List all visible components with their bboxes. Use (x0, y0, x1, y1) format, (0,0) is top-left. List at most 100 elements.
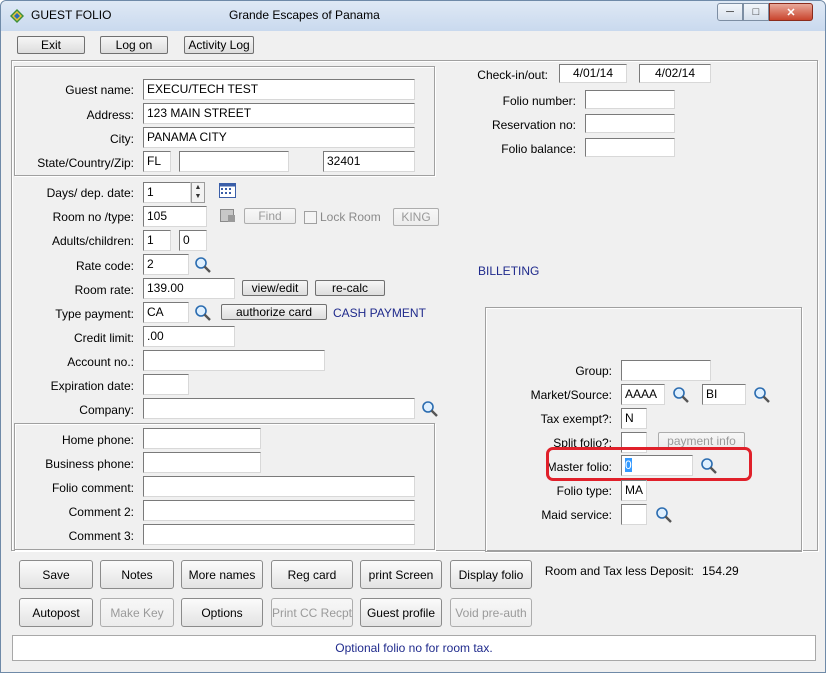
make-key-button[interactable]: Make Key (100, 598, 174, 627)
company-field[interactable] (143, 398, 415, 419)
options-button[interactable]: Options (181, 598, 263, 627)
days-spinner[interactable]: ▲ ▼ (191, 182, 205, 203)
checkin-label: Check-in/out: (477, 68, 548, 82)
status-bar: Optional folio no for room tax. (12, 635, 816, 661)
window-title: GUEST FOLIO (31, 8, 112, 22)
state-field[interactable]: FL (143, 151, 171, 172)
folio-comment-label: Folio comment: (51, 481, 134, 495)
tax-exempt-field[interactable]: N (621, 408, 647, 429)
folio-type-label: Folio type: (556, 484, 612, 498)
rate-code-search-icon[interactable] (194, 256, 212, 274)
company-search-icon[interactable] (421, 400, 439, 418)
children-field[interactable]: 0 (179, 230, 207, 251)
folio-balance-label: Folio balance: (501, 142, 576, 156)
source-search-icon[interactable] (753, 386, 771, 404)
address-field[interactable]: 123 MAIN STREET (143, 103, 415, 124)
reservation-field[interactable] (585, 114, 675, 133)
city-label: City: (110, 132, 134, 146)
type-payment-label: Type payment: (55, 307, 134, 321)
notes-button[interactable]: Notes (100, 560, 174, 589)
exit-button[interactable]: Exit (17, 36, 85, 54)
type-payment-field[interactable]: CA (143, 302, 189, 323)
market-field[interactable]: AAAA (621, 384, 665, 405)
business-phone-label: Business phone: (45, 457, 134, 471)
title-bar: GUEST FOLIO Grande Escapes of Panama ─ □… (1, 1, 825, 31)
guest-name-label: Guest name: (65, 83, 134, 97)
adults-field[interactable]: 1 (143, 230, 171, 251)
maid-search-icon[interactable] (655, 506, 673, 524)
guest-name-field[interactable]: EXECU/TECH TEST (143, 79, 415, 100)
maximize-icon: □ (752, 6, 760, 18)
more-names-button[interactable]: More names (181, 560, 263, 589)
reg-card-button[interactable]: Reg card (271, 560, 353, 589)
account-label: Account no.: (67, 355, 134, 369)
minimize-icon: ─ (726, 6, 734, 18)
minimize-button[interactable]: ─ (717, 3, 743, 21)
void-preauth-button[interactable]: Void pre-auth (450, 598, 532, 627)
days-field[interactable]: 1 (143, 182, 191, 203)
comment3-field[interactable] (143, 524, 415, 545)
close-icon: ✕ (786, 6, 796, 19)
checkin-field[interactable]: 4/01/14 (559, 64, 627, 83)
checkout-field[interactable]: 4/02/14 (639, 64, 711, 83)
business-phone-field[interactable] (143, 452, 261, 473)
room-label: Room no /type: (52, 210, 134, 224)
recalc-button[interactable]: re-calc (315, 280, 385, 296)
address-label: Address: (86, 108, 134, 122)
lock-room-label: Lock Room (320, 210, 381, 224)
guest-profile-button[interactable]: Guest profile (360, 598, 442, 627)
room-type-button[interactable]: KING (393, 208, 439, 226)
market-search-icon[interactable] (672, 386, 690, 404)
room-rate-label: Room rate: (74, 283, 134, 297)
billeting-heading: BILLETING (478, 264, 540, 278)
folio-comment-field[interactable] (143, 476, 415, 497)
adults-label: Adults/children: (51, 234, 134, 248)
comment3-label: Comment 3: (68, 529, 134, 543)
print-cc-receipt-button[interactable]: Print CC Recpt (271, 598, 353, 627)
state-label: State/Country/Zip: (37, 156, 134, 170)
folio-number-label: Folio number: (502, 94, 576, 108)
find-button[interactable]: Find (244, 208, 296, 224)
payment-description: CASH PAYMENT (333, 306, 426, 320)
maid-service-label: Maid service: (541, 508, 612, 522)
spin-up-icon: ▲ (194, 184, 202, 191)
city-field[interactable]: PANAMA CITY (143, 127, 415, 148)
room-rate-field[interactable]: 139.00 (143, 278, 235, 299)
spin-down-icon: ▼ (194, 193, 202, 200)
rate-code-field[interactable]: 2 (143, 254, 189, 275)
activity-log-button[interactable]: Activity Log (184, 36, 254, 54)
app-icon (10, 9, 24, 23)
close-button[interactable]: ✕ (769, 3, 813, 21)
maximize-button[interactable]: □ (743, 3, 769, 21)
folio-balance-field[interactable] (585, 138, 675, 157)
view-edit-button[interactable]: view/edit (242, 280, 308, 296)
group-field[interactable] (621, 360, 711, 381)
save-button[interactable]: Save (19, 560, 93, 589)
company-label: Company: (79, 403, 134, 417)
payment-search-icon[interactable] (194, 304, 212, 322)
zip-field[interactable]: 32401 (323, 151, 415, 172)
source-field[interactable]: BI (702, 384, 746, 405)
room-no-field[interactable]: 105 (143, 206, 207, 227)
folio-number-field[interactable] (585, 90, 675, 109)
group-label: Group: (575, 364, 612, 378)
credit-limit-label: Credit limit: (73, 331, 134, 345)
authorize-card-button[interactable]: authorize card (221, 304, 327, 320)
company-title: Grande Escapes of Panama (229, 8, 380, 22)
home-phone-field[interactable] (143, 428, 261, 449)
folio-type-field[interactable]: MA (621, 480, 647, 501)
summary-value: 154.29 (702, 564, 739, 578)
expiration-field[interactable] (143, 374, 189, 395)
country-field[interactable] (179, 151, 289, 172)
display-folio-button[interactable]: Display folio (450, 560, 532, 589)
print-screen-button[interactable]: print Screen (360, 560, 442, 589)
credit-limit-field[interactable]: .00 (143, 326, 235, 347)
account-field[interactable] (143, 350, 325, 371)
autopost-button[interactable]: Autopost (19, 598, 93, 627)
lock-room-checkbox[interactable] (304, 211, 317, 224)
maid-service-field[interactable] (621, 504, 647, 525)
logon-button[interactable]: Log on (100, 36, 168, 54)
guest-folio-window: GUEST FOLIO Grande Escapes of Panama ─ □… (0, 0, 826, 673)
calendar-icon[interactable] (219, 183, 236, 198)
comment2-field[interactable] (143, 500, 415, 521)
